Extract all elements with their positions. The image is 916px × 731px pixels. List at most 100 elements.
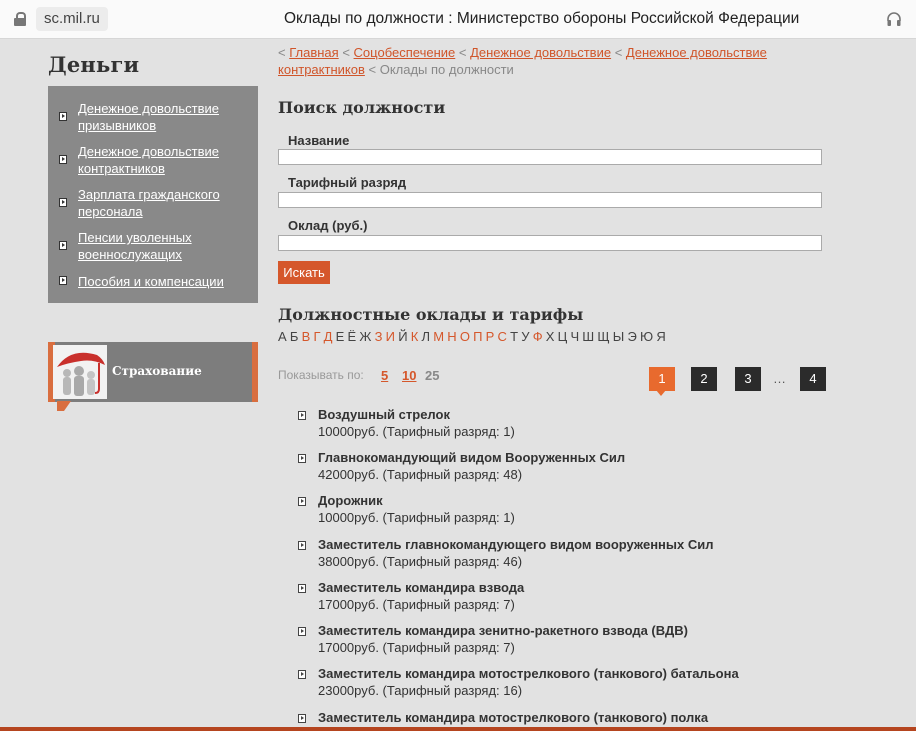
sidebar-item-link[interactable]: Пенсии уволенных военнослужащих — [78, 229, 248, 263]
sidebar-item-link[interactable]: Зарплата гражданского персонала — [78, 186, 248, 220]
alphabet-letter[interactable]: Д — [324, 329, 333, 344]
breadcrumb-link-allowance[interactable]: Денежное довольствие — [470, 45, 611, 60]
alphabet-letter: Э — [627, 329, 637, 344]
sidebar-item-link[interactable]: Пособия и компенсации — [78, 273, 248, 290]
position-name[interactable]: Заместитель командира взвода — [318, 580, 524, 595]
position-salary: 17000руб. (Тарифный разряд: 7) — [318, 640, 515, 655]
alphabet-letter: Й — [398, 329, 408, 344]
bullet-arrow-icon — [59, 112, 67, 121]
breadcrumb-current: Оклады по должности — [379, 62, 514, 77]
banner-pointer — [57, 401, 71, 411]
alphabet-letter: Ц — [557, 329, 568, 344]
alphabet-letter: Т — [510, 329, 519, 344]
salary-input[interactable] — [278, 235, 822, 251]
position-name[interactable]: Заместитель главнокомандующего видом воо… — [318, 537, 713, 552]
insurance-label[interactable]: Страхование — [112, 364, 202, 378]
page-2[interactable]: 2 — [691, 367, 717, 391]
name-input[interactable] — [278, 149, 822, 165]
sidebar-title: Деньги — [48, 52, 140, 77]
page-1[interactable]: 1 — [649, 367, 675, 391]
pagination-ellipsis: … — [773, 371, 786, 386]
alphabet-letter[interactable]: Н — [447, 329, 456, 344]
alphabet-letter: Ш — [582, 329, 595, 344]
browser-top-bar: sc.mil.ru Оклады по должности : Министер… — [0, 0, 916, 39]
position-name[interactable]: Заместитель командира зенитно-ракетного … — [318, 623, 688, 638]
alphabet-letter: Б — [289, 329, 299, 344]
breadcrumb-link-social[interactable]: Соцобеспечение — [354, 45, 456, 60]
alphabet-letter: У — [521, 329, 530, 344]
position-salary: 10000руб. (Тарифный разряд: 1) — [318, 510, 515, 525]
position-salary: 10000руб. (Тарифный разряд: 1) — [318, 424, 515, 439]
grade-label: Тарифный разряд — [288, 175, 407, 190]
alphabet-letter: Х — [545, 329, 555, 344]
active-page-pointer — [656, 390, 666, 396]
bullet-arrow-icon — [298, 497, 306, 506]
umbrella-family-icon[interactable] — [53, 345, 107, 399]
alphabet-letter[interactable]: П — [473, 329, 482, 344]
position-salary: 38000руб. (Тарифный разряд: 46) — [318, 554, 523, 569]
show-by-25[interactable]: 25 — [425, 368, 439, 383]
position-salary: 42000руб. (Тарифный разряд: 48) — [318, 467, 523, 482]
position-name[interactable]: Дорожник — [318, 493, 383, 508]
alphabet-letter[interactable]: Ф — [533, 329, 543, 344]
lock-icon — [14, 12, 26, 26]
page-title: Оклады по должности : Министерство оборо… — [284, 10, 800, 27]
bullet-arrow-icon — [59, 155, 67, 164]
bullet-arrow-icon — [59, 241, 67, 250]
show-by: Показывать по: 5 10 25 — [278, 368, 439, 383]
alphabet-letter[interactable]: К — [411, 329, 419, 344]
bullet-arrow-icon — [298, 411, 306, 420]
position-name[interactable]: Заместитель командира мотострелкового (т… — [318, 710, 708, 725]
breadcrumb-link-home[interactable]: Главная — [289, 45, 338, 60]
bullet-arrow-icon — [298, 670, 306, 679]
alphabet-letter[interactable]: О — [460, 329, 470, 344]
alphabet-letter: Ю — [640, 329, 654, 344]
alphabet-letter: Ч — [570, 329, 580, 344]
search-button[interactable]: Искать — [278, 261, 330, 284]
bottom-border — [0, 727, 916, 731]
sidebar-item-link[interactable]: Денежное довольствие призывников — [78, 100, 248, 134]
alphabet-letter[interactable]: И — [386, 329, 395, 344]
breadcrumb-separator: < — [458, 45, 467, 60]
address-bar[interactable]: sc.mil.ru — [36, 7, 108, 31]
bullet-arrow-icon — [298, 584, 306, 593]
sidebar-menu: Денежное довольствие призывников Денежно… — [48, 86, 258, 303]
alphabet-letter: Ж — [359, 329, 372, 344]
bullet-arrow-icon — [298, 714, 306, 723]
position-salary: 17000руб. (Тарифный разряд: 7) — [318, 597, 515, 612]
breadcrumb-separator: < — [342, 45, 350, 60]
alphabet-letter[interactable]: М — [433, 329, 444, 344]
sidebar-item-link[interactable]: Денежное довольствие контрактников — [78, 143, 248, 177]
show-by-label: Показывать по: — [278, 368, 364, 382]
headphones-icon[interactable] — [886, 11, 902, 27]
grade-input[interactable] — [278, 192, 822, 208]
salary-label: Оклад (руб.) — [288, 218, 368, 233]
page-4[interactable]: 4 — [800, 367, 826, 391]
breadcrumb-separator: < — [278, 45, 286, 60]
alphabet-letter: Щ — [597, 329, 610, 344]
show-by-5[interactable]: 5 — [381, 368, 388, 383]
bullet-arrow-icon — [298, 541, 306, 550]
position-name[interactable]: Воздушный стрелок — [318, 407, 450, 422]
alphabet-filter: АБВГДЕЁЖЗИЙКЛМНОПРСТУФХЦЧШЩЫЭЮЯ — [278, 329, 669, 344]
alphabet-letter[interactable]: Г — [313, 329, 320, 344]
position-name[interactable]: Главнокомандующий видом Вооруженных Сил — [318, 450, 625, 465]
alphabet-letter: А — [278, 329, 287, 344]
alphabet-letter: Ы — [612, 329, 625, 344]
alphabet-letter[interactable]: З — [375, 329, 383, 344]
alphabet-letter: Я — [656, 329, 666, 344]
banner-accent — [252, 342, 258, 402]
breadcrumb: < Главная < Соцобеспечение < Денежное до… — [278, 44, 838, 78]
alphabet-letter: Л — [421, 329, 431, 344]
alphabet-letter[interactable]: В — [302, 329, 311, 344]
alphabet-letter[interactable]: Р — [486, 329, 495, 344]
alphabet-letter[interactable]: С — [498, 329, 507, 344]
salaries-heading: Должностные оклады и тарифы — [278, 305, 584, 324]
bullet-arrow-icon — [59, 198, 67, 207]
position-salary: 23000руб. (Тарифный разряд: 16) — [318, 683, 523, 698]
show-by-10[interactable]: 10 — [402, 368, 416, 383]
bullet-arrow-icon — [298, 454, 306, 463]
position-name[interactable]: Заместитель командира мотострелкового (т… — [318, 666, 739, 681]
page-3[interactable]: 3 — [735, 367, 761, 391]
name-label: Название — [288, 133, 350, 148]
